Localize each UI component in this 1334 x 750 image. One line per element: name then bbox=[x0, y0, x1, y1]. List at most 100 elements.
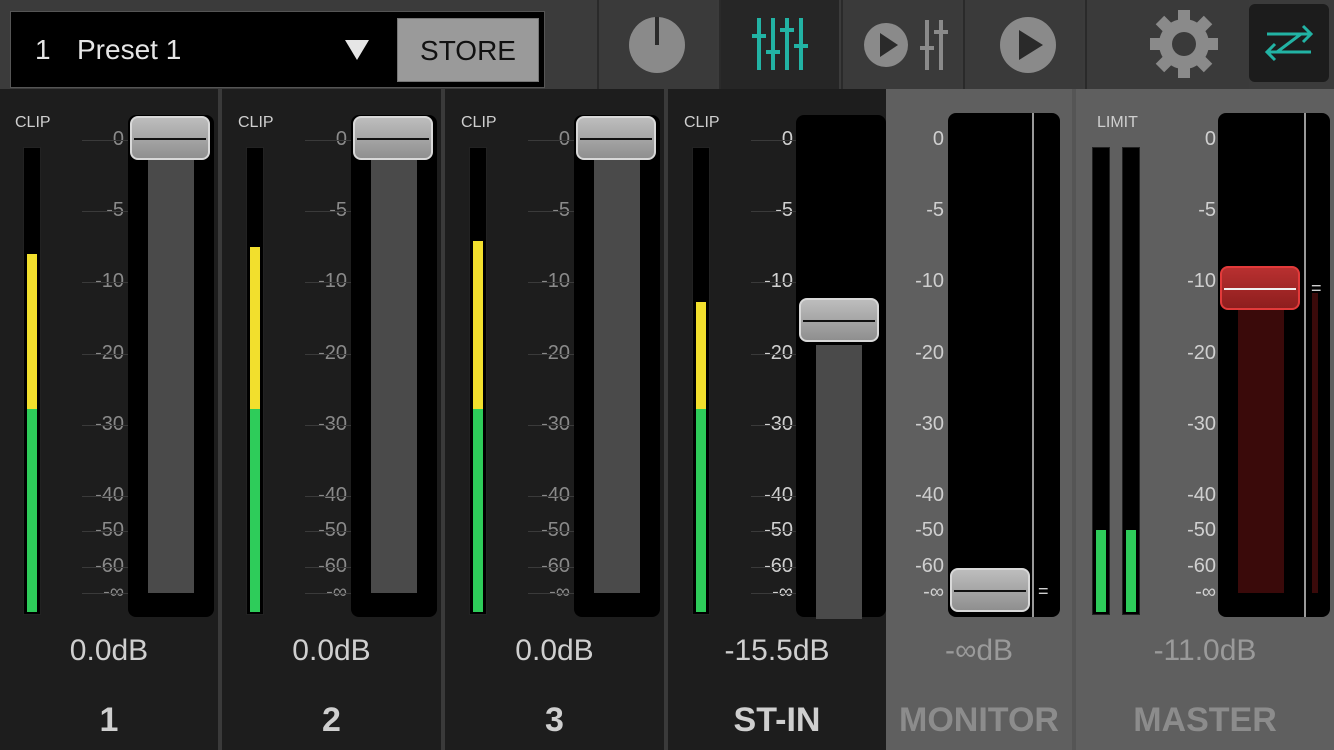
meter-peak-segment bbox=[250, 247, 260, 409]
scale-label: -40 bbox=[541, 484, 570, 506]
channel-name[interactable]: ST-IN bbox=[668, 701, 886, 740]
db-readout: 0.0dB bbox=[515, 634, 594, 667]
level-meter-right bbox=[1122, 147, 1140, 615]
meter-peak-segment bbox=[696, 302, 706, 409]
playback-mixer-button[interactable] bbox=[841, 0, 961, 89]
channel-name[interactable]: MASTER bbox=[1076, 701, 1334, 740]
scale-label: -30 bbox=[318, 413, 347, 435]
meter-divider bbox=[1304, 113, 1306, 617]
level-meter bbox=[246, 147, 264, 615]
fader-knob[interactable] bbox=[576, 116, 656, 160]
fader-track[interactable] bbox=[796, 115, 886, 619]
fader-knob[interactable] bbox=[130, 116, 210, 160]
scale-label: -40 bbox=[95, 484, 124, 506]
scale-label: -20 bbox=[764, 342, 793, 364]
dropdown-caret-icon[interactable] bbox=[345, 40, 369, 60]
top-toolbar: 1 Preset 1 STORE bbox=[0, 0, 1334, 89]
scale-label: -∞ bbox=[549, 581, 570, 603]
db-readout: 0.0dB bbox=[69, 634, 149, 667]
swap-routing-icon bbox=[1264, 24, 1314, 62]
fader-slot bbox=[148, 141, 194, 593]
scale-label: -60 bbox=[915, 555, 944, 577]
fader-track[interactable] bbox=[948, 113, 1060, 617]
scale-label: -30 bbox=[1187, 413, 1216, 435]
scale-label: 0 bbox=[932, 128, 944, 150]
scale-label: -∞ bbox=[923, 581, 944, 603]
preset-selector[interactable]: 1 Preset 1 STORE bbox=[10, 11, 545, 88]
scale-label: -50 bbox=[915, 519, 944, 541]
mixer-view-button[interactable] bbox=[719, 0, 839, 89]
meter-level-segment bbox=[1126, 530, 1136, 612]
fader-knob[interactable] bbox=[353, 116, 433, 160]
store-button[interactable]: STORE bbox=[397, 18, 539, 82]
scale-label: -∞ bbox=[103, 581, 124, 603]
scale-label: -40 bbox=[764, 484, 793, 506]
scale-label: -50 bbox=[1187, 519, 1216, 541]
scale-label: -5 bbox=[329, 199, 347, 221]
scale-label: -50 bbox=[95, 519, 124, 541]
scale-label: -∞ bbox=[1195, 581, 1216, 603]
meter-level-segment bbox=[473, 409, 483, 612]
scale-label: 0 bbox=[781, 128, 793, 150]
scale-label: -50 bbox=[541, 519, 570, 541]
channel-strip-monitor: 0 -5 -10 -20 -30 -40 -50 -60 -∞ = -∞dB MONITOR bbox=[886, 89, 1072, 750]
scale-label: -60 bbox=[764, 555, 793, 577]
scale-label: -20 bbox=[1187, 342, 1216, 364]
channel-name[interactable]: 3 bbox=[445, 701, 664, 740]
scale-label: -5 bbox=[1198, 199, 1216, 221]
channel-strip-1: CLIP 0 -5 -10 -20 -30 -40 -50 -60 -∞ 0.0dB 1 bbox=[0, 89, 218, 750]
scale-label: -5 bbox=[775, 199, 793, 221]
scale-label: 0 bbox=[335, 128, 347, 150]
meter-peak-segment bbox=[473, 241, 483, 409]
mixer-faders-icon bbox=[752, 18, 808, 70]
scale-label: -20 bbox=[318, 342, 347, 364]
preset-number: 1 bbox=[35, 34, 51, 65]
level-marker-icon: = bbox=[1038, 581, 1049, 601]
db-readout: 0.0dB bbox=[292, 634, 371, 667]
db-readout: -11.0dB bbox=[1153, 634, 1257, 667]
scale-label: 0 bbox=[1204, 128, 1216, 150]
scale-label: 0 bbox=[558, 128, 570, 150]
channel-name[interactable]: 1 bbox=[0, 701, 218, 740]
routing-swap-button[interactable] bbox=[1249, 4, 1329, 82]
level-meter bbox=[23, 147, 41, 615]
scale-label: -30 bbox=[915, 413, 944, 435]
channel-name[interactable]: MONITOR bbox=[886, 701, 1072, 740]
fader-track[interactable] bbox=[1218, 113, 1330, 617]
fader-knob[interactable] bbox=[1220, 266, 1300, 310]
level-meter bbox=[692, 147, 710, 615]
scale-label: -20 bbox=[95, 342, 124, 364]
scale-label: -10 bbox=[915, 270, 944, 292]
fader-slot bbox=[1238, 293, 1284, 593]
fader-track[interactable] bbox=[574, 115, 660, 617]
scale-label: -40 bbox=[318, 484, 347, 506]
fader-track[interactable] bbox=[351, 115, 437, 617]
meter-level-segment bbox=[1096, 530, 1106, 612]
scale-label: -10 bbox=[764, 270, 793, 292]
play-button[interactable] bbox=[963, 0, 1083, 89]
play-icon bbox=[1000, 17, 1056, 73]
limit-indicator: LIMIT bbox=[1097, 114, 1138, 131]
meter-divider bbox=[1032, 113, 1034, 617]
gain-knob-button[interactable] bbox=[597, 0, 717, 89]
fader-knob[interactable] bbox=[799, 298, 879, 342]
scale-label: -20 bbox=[915, 342, 944, 364]
scale-label: 0 bbox=[112, 128, 124, 150]
scale-label: -50 bbox=[764, 519, 793, 541]
scale-label: -10 bbox=[1187, 270, 1216, 292]
meter-level-segment bbox=[27, 409, 37, 612]
settings-button[interactable] bbox=[1085, 0, 1249, 89]
level-meter-left bbox=[1092, 147, 1110, 615]
db-readout: -∞dB bbox=[944, 634, 1014, 667]
scale-label: -10 bbox=[541, 270, 570, 292]
clip-indicator: CLIP bbox=[15, 114, 51, 131]
clip-indicator: CLIP bbox=[684, 114, 720, 131]
fader-slot bbox=[371, 141, 417, 593]
fader-slot bbox=[816, 345, 862, 619]
channel-name[interactable]: 2 bbox=[222, 701, 441, 740]
fader-track[interactable] bbox=[128, 115, 214, 617]
scale-label: -40 bbox=[1187, 484, 1216, 506]
fader-knob[interactable] bbox=[950, 568, 1030, 612]
scale-label: -30 bbox=[764, 413, 793, 435]
channel-strip-2: CLIP 0 -5 -10 -20 -30 -40 -50 -60 -∞ 0.0dB 2 bbox=[222, 89, 441, 750]
